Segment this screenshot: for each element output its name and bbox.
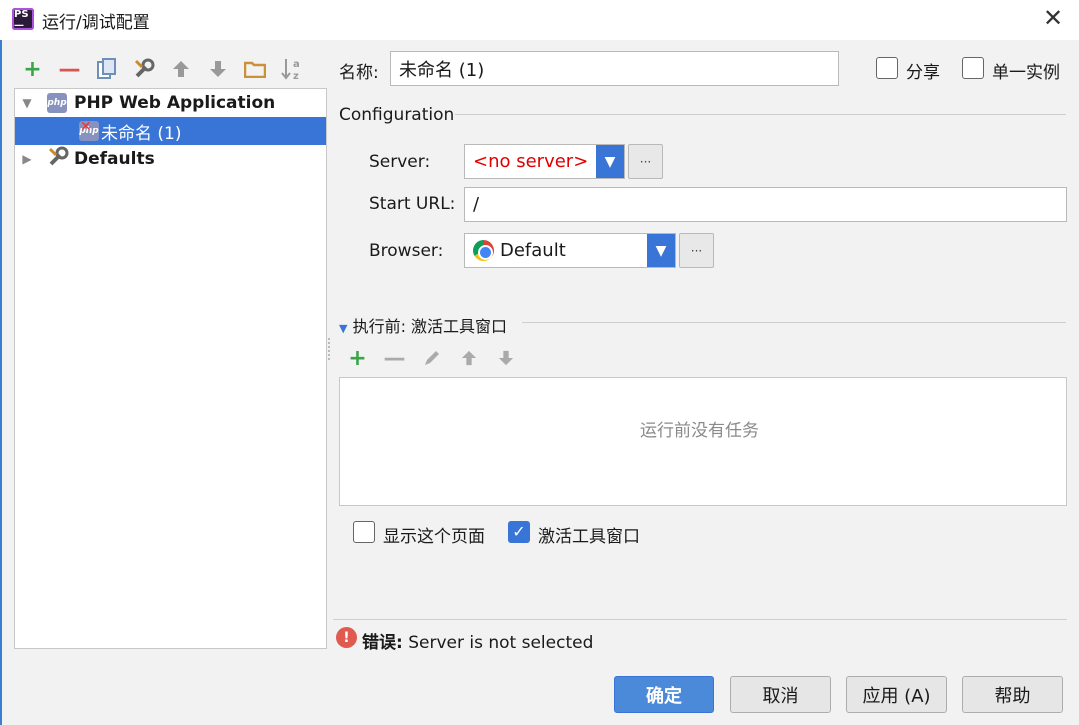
show-page-label: 显示这个页面 xyxy=(383,527,485,547)
move-task-down-icon[interactable] xyxy=(487,343,524,373)
error-message: 错误: Server is not selected xyxy=(362,633,594,653)
server-select[interactable]: <no server> ▼ xyxy=(464,144,625,179)
cancel-button[interactable]: 取消 xyxy=(730,676,831,713)
browser-label: Browser: xyxy=(369,241,444,261)
edit-task-icon[interactable] xyxy=(413,343,450,373)
phpstorm-app-icon: PS — xyxy=(12,8,34,31)
before-launch-task-list[interactable]: 运行前没有任务 xyxy=(339,377,1067,506)
browser-select[interactable]: Default ▼ xyxy=(464,233,676,268)
single-instance-checkbox[interactable] xyxy=(962,57,984,79)
php-error-icon: php ✕ xyxy=(79,119,99,141)
collapsed-arrow-icon[interactable]: ▶ xyxy=(19,152,35,166)
close-icon[interactable]: ✕ xyxy=(1041,6,1065,31)
window-left-edge xyxy=(0,40,2,725)
share-label: 分享 xyxy=(906,63,940,83)
before-launch-title[interactable]: ▼ 执行前: 激活工具窗口 xyxy=(339,313,507,337)
expanded-arrow-icon[interactable]: ▼ xyxy=(19,96,35,110)
move-task-up-icon[interactable] xyxy=(450,343,487,373)
show-page-checkbox[interactable] xyxy=(353,521,375,543)
ok-button[interactable]: 确定 xyxy=(614,676,714,713)
chevron-down-icon[interactable]: ▼ xyxy=(596,145,624,178)
single-instance-label: 单一实例 xyxy=(992,63,1060,83)
sort-az-icon[interactable]: az xyxy=(273,54,310,84)
defaults-label: Defaults xyxy=(74,149,155,169)
browser-value: Default xyxy=(500,240,566,261)
remove-icon[interactable]: — xyxy=(51,54,88,84)
before-launch-separator xyxy=(522,322,1066,323)
window-title: 运行/调试配置 xyxy=(42,13,150,33)
tree-group-label: PHP Web Application xyxy=(74,93,276,113)
before-launch-toolbar: + — xyxy=(339,343,524,373)
configuration-section-title: Configuration xyxy=(339,105,455,125)
server-browse-button[interactable]: ··· xyxy=(628,144,663,179)
tree-item-label: 未命名 (1) xyxy=(101,123,182,144)
start-url-label: Start URL: xyxy=(369,194,456,214)
browser-browse-button[interactable]: ··· xyxy=(679,233,714,268)
status-separator xyxy=(333,619,1067,620)
server-value: <no server> xyxy=(473,151,589,172)
svg-text:z: z xyxy=(293,71,299,81)
share-checkbox[interactable] xyxy=(876,57,898,79)
copy-icon[interactable] xyxy=(88,54,125,84)
section-separator xyxy=(455,114,1066,115)
add-icon[interactable]: + xyxy=(14,54,51,84)
tree-group-php-web-application[interactable]: ▼ php PHP Web Application xyxy=(15,89,326,117)
wrench-icon[interactable] xyxy=(125,54,162,84)
splitter-handle[interactable] xyxy=(328,338,332,360)
move-up-icon[interactable] xyxy=(162,54,199,84)
tree-item-unnamed[interactable]: php ✕ 未命名 (1) xyxy=(15,117,326,145)
name-label: 名称: xyxy=(339,63,379,83)
empty-tasks-text: 运行前没有任务 xyxy=(640,421,759,441)
chevron-down-icon[interactable]: ▼ xyxy=(647,234,675,267)
chrome-icon xyxy=(473,240,494,261)
help-button[interactable]: 帮助 xyxy=(962,676,1063,713)
name-input[interactable]: 未命名 (1) xyxy=(390,51,839,86)
activate-window-label: 激活工具窗口 xyxy=(538,527,640,547)
title-bar: PS — 运行/调试配置 ✕ xyxy=(0,0,1079,40)
defaults-wrench-icon xyxy=(47,146,69,173)
move-down-icon[interactable] xyxy=(199,54,236,84)
config-tree[interactable]: ▼ php PHP Web Application php ✕ 未命名 (1) ▶… xyxy=(14,88,327,649)
php-icon: php xyxy=(47,93,67,113)
svg-text:a: a xyxy=(293,59,300,70)
tree-group-defaults[interactable]: ▶ Defaults xyxy=(15,145,326,173)
triangle-down-icon: ▼ xyxy=(339,322,348,335)
error-icon: ! xyxy=(336,627,357,648)
remove-task-icon[interactable]: — xyxy=(376,343,413,373)
activate-window-checkbox[interactable]: ✓ xyxy=(508,521,530,543)
add-task-icon[interactable]: + xyxy=(339,343,376,373)
folder-icon[interactable] xyxy=(236,54,273,84)
config-toolbar: + — az xyxy=(14,54,310,84)
server-label: Server: xyxy=(369,152,431,172)
start-url-input[interactable]: / xyxy=(464,187,1067,222)
apply-button[interactable]: 应用 (A) xyxy=(846,676,947,713)
